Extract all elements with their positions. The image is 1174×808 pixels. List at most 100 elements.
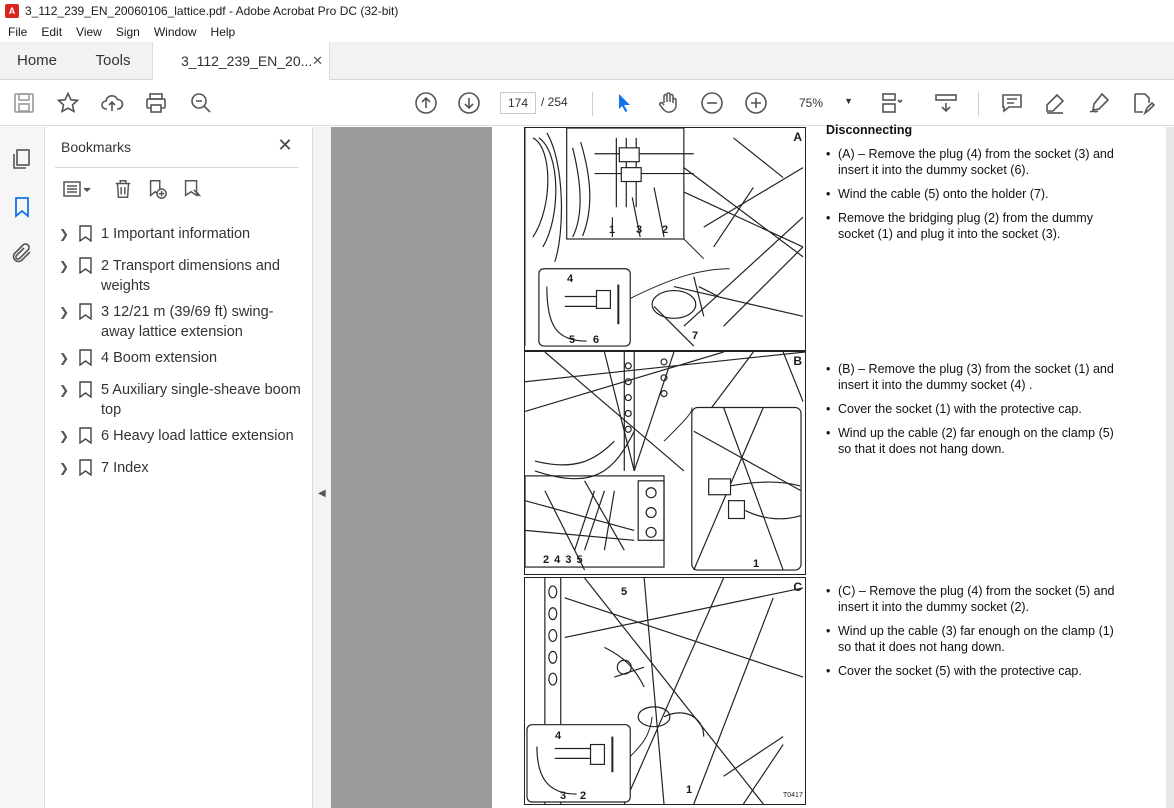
next-page-icon[interactable] — [456, 90, 482, 116]
instruction-item: (C) – Remove the plug (4) from the socke… — [826, 583, 1116, 615]
zoom-level-dropdown[interactable]: 75% ▼ — [789, 92, 859, 114]
section-c-text: (C) – Remove the plug (4) from the socke… — [826, 583, 1116, 687]
zoom-level-value: 75% — [799, 96, 824, 110]
chevron-right-icon[interactable]: ❯ — [59, 256, 71, 276]
figure-c-letter: C — [793, 580, 802, 594]
toolbar-divider — [592, 92, 593, 116]
page-total: / 254 — [541, 95, 568, 109]
bookmark-icon — [79, 303, 92, 320]
zoom-out-icon[interactable] — [699, 90, 725, 116]
bookmark-star-icon[interactable] — [55, 90, 81, 116]
hand-tool-icon[interactable] — [655, 90, 681, 116]
page-number-input[interactable]: 174 — [500, 92, 536, 114]
chevron-right-icon[interactable]: ❯ — [59, 458, 71, 478]
figure-label: 1 — [753, 558, 760, 570]
chevron-right-icon[interactable]: ❯ — [59, 426, 71, 446]
section-b-text: (B) – Remove the plug (3) from the socke… — [826, 361, 1116, 465]
figure-a-illustration: A 1 3 2 4 5 6 7 — [524, 127, 806, 351]
title-bar: A 3_112_239_EN_20060106_lattice.pdf - Ad… — [0, 0, 1174, 22]
draw-sign-icon[interactable] — [1086, 90, 1112, 116]
instruction-item: (B) – Remove the plug (3) from the socke… — [826, 361, 1116, 393]
bookmark-icon — [79, 459, 92, 476]
bookmark-label: 6 Heavy load lattice extension — [101, 428, 294, 444]
add-bookmark-icon[interactable] — [144, 177, 170, 201]
figure-b-illustration: B 2 4 3 5 1 — [524, 351, 806, 575]
bookmark-options-icon[interactable] — [59, 177, 95, 201]
chevron-right-icon[interactable]: ❯ — [59, 224, 71, 244]
chevron-down-icon: ▼ — [844, 96, 853, 106]
chevron-right-icon[interactable]: ❯ — [59, 302, 71, 322]
menu-window[interactable]: Window — [146, 25, 203, 39]
figure-label: 4 — [567, 273, 574, 285]
bookmark-icon — [79, 349, 92, 366]
figure-b-letter: B — [793, 354, 802, 368]
page-fit-icon[interactable] — [878, 90, 904, 116]
bookmark-label: 2 Transport dimensions and weights — [101, 258, 280, 294]
save-icon[interactable] — [11, 90, 37, 116]
bookmark-icon — [79, 381, 92, 398]
figure-label: 3 — [636, 224, 643, 236]
edit-share-icon[interactable] — [1130, 90, 1156, 116]
section-heading: Disconnecting — [826, 123, 913, 137]
chevron-right-icon[interactable]: ❯ — [59, 348, 71, 368]
tab-document[interactable]: 3_112_239_EN_20... ✕ — [152, 42, 330, 80]
menu-edit[interactable]: Edit — [33, 25, 68, 39]
bookmark-from-selection-icon[interactable] — [179, 177, 205, 201]
zoom-search-icon[interactable] — [188, 90, 214, 116]
panel-collapse-gutter[interactable]: ◀ — [313, 127, 331, 808]
tab-bar: Home Tools 3_112_239_EN_20... ✕ — [0, 42, 1174, 80]
figure-label: 2 4 3 5 — [543, 554, 583, 566]
figure-label: 5 — [569, 334, 576, 346]
document-viewer[interactable]: A 1 3 2 4 5 6 7 Disconnecting (A) – Remo… — [331, 123, 1174, 808]
menu-file[interactable]: File — [0, 25, 33, 39]
print-icon[interactable] — [143, 90, 169, 116]
delete-bookmark-icon[interactable] — [110, 177, 136, 201]
highlight-pen-icon[interactable] — [1042, 90, 1068, 116]
page-thumbnails-icon[interactable] — [10, 147, 34, 171]
chevron-right-icon[interactable]: ❯ — [59, 380, 71, 400]
instruction-item: Cover the socket (5) with the protective… — [826, 663, 1116, 679]
bookmark-icon — [79, 427, 92, 444]
menu-view[interactable]: View — [68, 25, 108, 39]
attachments-paperclip-icon[interactable] — [10, 241, 34, 265]
bookmarks-panel-icon[interactable] — [10, 195, 34, 219]
pdf-page: A 1 3 2 4 5 6 7 Disconnecting (A) – Remo… — [492, 123, 1166, 808]
figure-label: 2 — [662, 224, 669, 236]
menu-help[interactable]: Help — [203, 25, 242, 39]
instruction-item: Remove the bridging plug (2) from the du… — [826, 210, 1116, 242]
toolbar-divider — [978, 92, 979, 116]
tab-home[interactable]: Home — [0, 42, 74, 79]
instruction-item: Wind the cable (5) onto the holder (7). — [826, 186, 1116, 202]
scroll-mode-icon[interactable] — [933, 90, 959, 116]
bookmark-label: 3 12/21 m (39/69 ft) swing-away lattice … — [101, 304, 274, 340]
comment-icon[interactable] — [999, 90, 1025, 116]
vertical-scrollbar[interactable] — [1166, 127, 1174, 808]
section-a-text: Disconnecting (A) – Remove the plug (4) … — [826, 122, 1116, 250]
figure-label: 6 — [593, 334, 600, 346]
close-panel-icon[interactable]: ✕ — [275, 135, 295, 155]
figure-label: 5 — [621, 586, 628, 598]
menu-sign[interactable]: Sign — [108, 25, 146, 39]
figure-c-illustration: C 5 4 3 2 1 T0417 — [524, 577, 806, 805]
tab-tools[interactable]: Tools — [74, 42, 152, 79]
select-cursor-icon[interactable] — [611, 90, 637, 116]
figure-label: 4 — [555, 730, 562, 742]
instruction-item: (A) – Remove the plug (4) from the socke… — [826, 146, 1116, 178]
collapse-arrow-icon[interactable]: ◀ — [318, 488, 326, 499]
bookmark-icon — [79, 257, 92, 274]
section-a-list: (A) – Remove the plug (4) from the socke… — [826, 146, 1116, 242]
upload-cloud-icon[interactable] — [99, 90, 125, 116]
instruction-item: Cover the socket (1) with the protective… — [826, 401, 1116, 417]
menu-bar: File Edit View Sign Window Help — [0, 22, 1174, 42]
bookmarks-panel: Bookmarks ✕ ❯ 1 Important information ❯ … — [45, 127, 313, 808]
figure-label: 7 — [692, 330, 699, 342]
figure-code: T0417 — [783, 792, 803, 799]
bookmark-label: 4 Boom extension — [101, 350, 218, 366]
section-b-list: (B) – Remove the plug (3) from the socke… — [826, 361, 1116, 457]
previous-page-icon[interactable] — [413, 90, 439, 116]
left-navigation-rail — [0, 127, 45, 808]
close-tab-icon[interactable]: ✕ — [312, 53, 323, 69]
bookmark-label: 1 Important information — [101, 226, 251, 242]
figure-label: 3 — [560, 790, 567, 802]
zoom-in-icon[interactable] — [743, 90, 769, 116]
